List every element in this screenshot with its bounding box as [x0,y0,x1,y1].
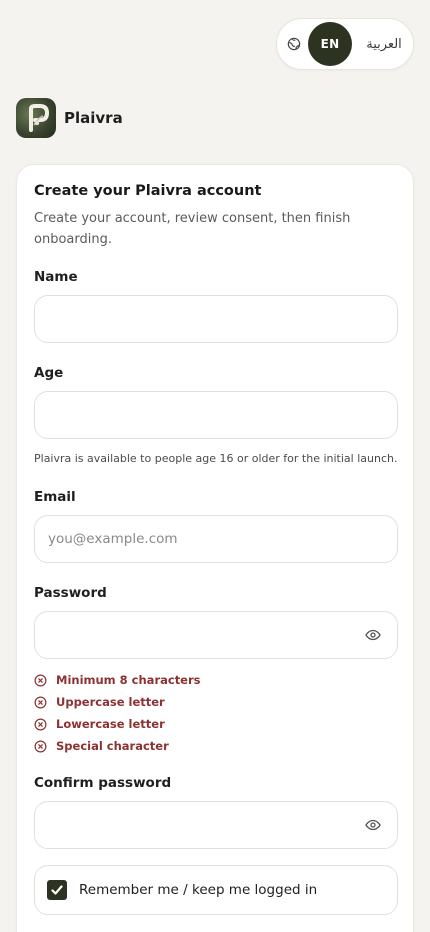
password-requirement: Lowercase letter [34,716,165,732]
name-input[interactable] [34,295,398,343]
brand-name: Plaivra [64,109,123,127]
name-label: Name [34,269,78,285]
age-label: Age [34,365,64,381]
email-label: Email [34,489,76,505]
x-circle-icon [34,674,47,687]
globe-icon[interactable] [285,35,303,53]
x-circle-icon [34,696,47,709]
password-requirement: Minimum 8 characters [34,672,201,688]
requirement-text: Uppercase letter [56,695,165,709]
requirement-text: Lowercase letter [56,717,165,731]
signup-page: EN العربية Plaivra Create your Plaivra a… [0,0,430,932]
language-option-arabic[interactable]: العربية [361,34,407,54]
age-input[interactable] [34,391,398,439]
x-circle-icon [34,718,47,731]
eye-icon[interactable] [364,816,382,834]
password-requirement: Special character [34,738,169,754]
signup-card: Create your Plaivra account Create your … [16,164,414,932]
language-toggle: EN العربية [276,18,414,70]
x-circle-icon [34,740,47,753]
requirement-text: Special character [56,739,169,753]
requirement-text: Minimum 8 characters [56,673,201,687]
age-hint: Plaivra is available to people age 16 or… [34,452,398,465]
confirm-password-input[interactable] [34,801,398,849]
remember-me-checkbox[interactable] [47,880,67,900]
form-subtitle: Create your account, review consent, the… [34,211,351,247]
email-input[interactable] [34,515,398,563]
form-title: Create your Plaivra account [34,183,262,199]
remember-me-label: Remember me / keep me logged in [79,882,318,898]
confirm-password-label: Confirm password [34,775,172,791]
language-option-english[interactable]: EN [308,22,352,66]
remember-me-option[interactable]: Remember me / keep me logged in [34,865,398,915]
password-requirement: Uppercase letter [34,694,165,710]
checkmark-icon [51,885,63,895]
password-label: Password [34,585,107,601]
plaivra-logo [16,98,56,138]
password-input[interactable] [34,611,398,659]
brand: Plaivra [16,98,123,138]
eye-icon[interactable] [364,626,382,644]
